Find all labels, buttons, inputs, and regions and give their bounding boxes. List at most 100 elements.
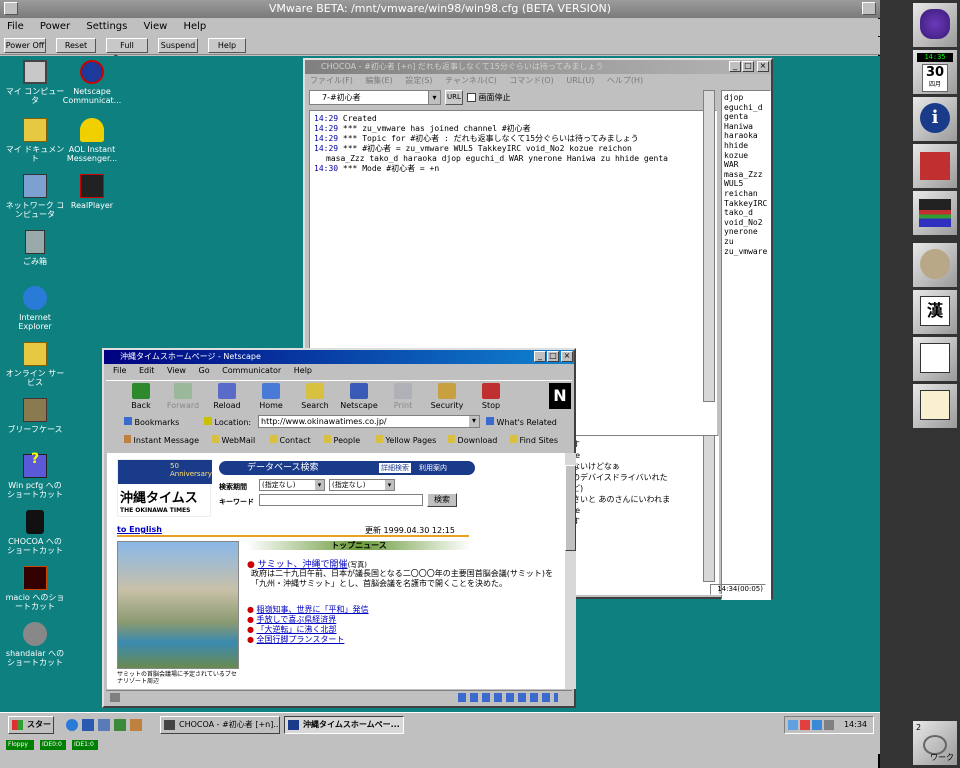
desktop-icon-briefcase[interactable]: ブリーフケース	[3, 398, 67, 434]
desktop-icon-recycle[interactable]: ごみ箱	[3, 230, 67, 266]
home-button[interactable]: Home	[250, 383, 292, 410]
yellow-pages-link[interactable]: Yellow Pages	[376, 435, 436, 445]
url-button[interactable]: URL	[445, 90, 463, 105]
dock-notes-tile[interactable]	[912, 383, 958, 429]
instant-message-link[interactable]: Instant Message	[124, 435, 199, 445]
dock-tools-tile[interactable]	[912, 242, 958, 288]
desktop-icon-ie[interactable]: Internet Explorer	[3, 286, 67, 331]
scrollbar-thumb[interactable]	[565, 465, 576, 551]
desktop-icon[interactable]	[98, 719, 110, 731]
maximize-icon[interactable]: □	[547, 351, 559, 362]
detail-search-link[interactable]: 詳細検索	[379, 463, 411, 473]
stop-button[interactable]: Stop	[470, 383, 512, 410]
window-menu-icon[interactable]	[4, 2, 18, 15]
contact-link[interactable]: Contact	[270, 435, 311, 445]
ns-menu-go[interactable]: Go	[194, 366, 215, 375]
desktop-icon-mycomputer[interactable]: マイ コンピュータ	[3, 60, 67, 105]
list-item[interactable]: ● 稲嶺知事、世界に「平和」発信	[247, 605, 369, 615]
nick-item[interactable]: WUL5	[724, 179, 768, 189]
nick-item[interactable]: ynerone	[724, 227, 768, 237]
webmail-link[interactable]: WebMail	[212, 435, 255, 445]
minimize-icon[interactable]: _	[534, 351, 546, 362]
list-item[interactable]: ● 手放しで喜ぶ県経済界	[247, 615, 369, 625]
component-bar-icons[interactable]	[458, 693, 558, 702]
chocoa-menu-edit[interactable]: 編集(E)	[360, 76, 397, 85]
pause-checkbox-row[interactable]: 画面停止	[467, 92, 511, 103]
dock-mixer-tile[interactable]	[912, 190, 958, 236]
nick-item[interactable]: genta	[724, 112, 768, 122]
menu-view[interactable]: View	[137, 19, 174, 32]
nick-item[interactable]: kozue	[724, 151, 768, 161]
nick-item[interactable]: zu	[724, 237, 768, 247]
desktop-icon-online[interactable]: オンライン サービス	[3, 342, 67, 387]
minimize-icon[interactable]: _	[729, 61, 741, 72]
nick-item[interactable]: eguchi_d	[724, 103, 768, 113]
ie-icon[interactable]	[66, 719, 78, 731]
netscape-button[interactable]: Netscape	[338, 383, 380, 410]
pause-checkbox[interactable]	[467, 93, 476, 102]
dock-editor-tile[interactable]	[912, 336, 958, 382]
desktop-icon-macio[interactable]: macio へのショ ートカット	[3, 566, 67, 611]
period-select-from[interactable]: (指定なし) ▾	[259, 479, 325, 491]
nick-item[interactable]: TakkeyIRC	[724, 199, 768, 209]
ime-tray-icon[interactable]	[812, 720, 822, 730]
full-screen-button[interactable]: Full Screen	[106, 38, 148, 63]
outlook-icon[interactable]	[82, 719, 94, 731]
desktop-icon-realplayer[interactable]: RealPlayer	[60, 174, 124, 210]
close-icon[interactable]: ×	[561, 351, 573, 362]
realplayer-tray-icon[interactable]	[800, 720, 810, 730]
chocoa-menu-file[interactable]: ファイル(F)	[305, 76, 358, 85]
taskbar-clock[interactable]: 14:34	[844, 717, 867, 733]
secondary-scrollbar[interactable]	[703, 435, 715, 582]
network-tray-icon[interactable]	[788, 720, 798, 730]
aim-icon[interactable]	[130, 719, 142, 731]
forward-button[interactable]: Forward	[162, 383, 204, 410]
find-sites-link[interactable]: Find Sites	[510, 435, 558, 445]
nick-item[interactable]: WAR	[724, 160, 768, 170]
close-icon[interactable]	[862, 2, 876, 15]
nick-item[interactable]: void_No2	[724, 218, 768, 228]
menu-file[interactable]: File	[0, 19, 30, 32]
back-button[interactable]: Back	[120, 383, 162, 410]
channel-select[interactable]: 7-#初心者 ▾	[309, 90, 441, 105]
help-button[interactable]: Help	[208, 38, 246, 53]
nick-item[interactable]: hhide	[724, 141, 768, 151]
usage-link[interactable]: 利用案内	[419, 463, 447, 473]
nick-item[interactable]: haraoka	[724, 131, 768, 141]
chocoa-menu-command[interactable]: コマンド(O)	[504, 76, 559, 85]
reload-button[interactable]: Reload	[206, 383, 248, 410]
dock-kanji-tile[interactable]: 漢	[912, 289, 958, 335]
close-icon[interactable]: ×	[757, 61, 769, 72]
log-scrollbar[interactable]	[703, 90, 715, 402]
suspend-button[interactable]: Suspend	[158, 38, 198, 53]
dock-monitor-tile[interactable]	[912, 143, 958, 189]
dock-clock-tile[interactable]: 14:35 30 四月	[912, 49, 958, 95]
channels-icon[interactable]	[114, 719, 126, 731]
chocoa-menu-settings[interactable]: 設定(S)	[400, 76, 437, 85]
search-button[interactable]: Search	[294, 383, 336, 410]
page-scrollbar[interactable]	[565, 453, 576, 689]
nick-list[interactable]: djop eguchi_d genta Haniwa haraoka hhide…	[721, 90, 771, 600]
chocoa-menu-help[interactable]: ヘルプ(H)	[602, 76, 648, 85]
desktop-icon-winpcfg[interactable]: ? Win pcfg への ショートカット	[3, 452, 67, 499]
dock-info-tile[interactable]: i	[912, 96, 958, 142]
list-item[interactable]: ● 全国行脚プランスタート	[247, 635, 369, 645]
bookmarks-button[interactable]: Bookmarks	[124, 417, 179, 427]
taskbar-item-netscape[interactable]: 沖縄タイムスホームペー...	[284, 716, 404, 734]
nick-item[interactable]: Haniwa	[724, 122, 768, 132]
whats-related-button[interactable]: What's Related	[486, 417, 557, 427]
desktop-icon-network[interactable]: ネットワーク コンピュータ	[3, 174, 67, 219]
dock-workspace-tile[interactable]: 2 ワーク	[912, 720, 958, 766]
maximize-icon[interactable]: □	[742, 61, 754, 72]
taskbar-item-chocoa[interactable]: CHOCOA - #初心者 [+n]...	[160, 716, 280, 734]
to-english-link[interactable]: to English	[117, 525, 162, 534]
ns-menu-view[interactable]: View	[162, 366, 191, 375]
chevron-down-icon[interactable]: ▾	[469, 416, 479, 427]
desktop-icon-mydocuments[interactable]: マイ ドキュメント	[3, 118, 67, 163]
search-submit-button[interactable]: 検索	[427, 493, 457, 507]
chocoa-menu-channel[interactable]: チャンネル(C)	[440, 76, 502, 85]
desktop-icon-chocoa[interactable]: CHOCOA への ショートカット	[3, 510, 67, 555]
menu-help[interactable]: Help	[176, 19, 212, 32]
list-item[interactable]: ● 「大逆転」に沸く北部	[247, 625, 369, 635]
security-button[interactable]: Security	[426, 383, 468, 410]
